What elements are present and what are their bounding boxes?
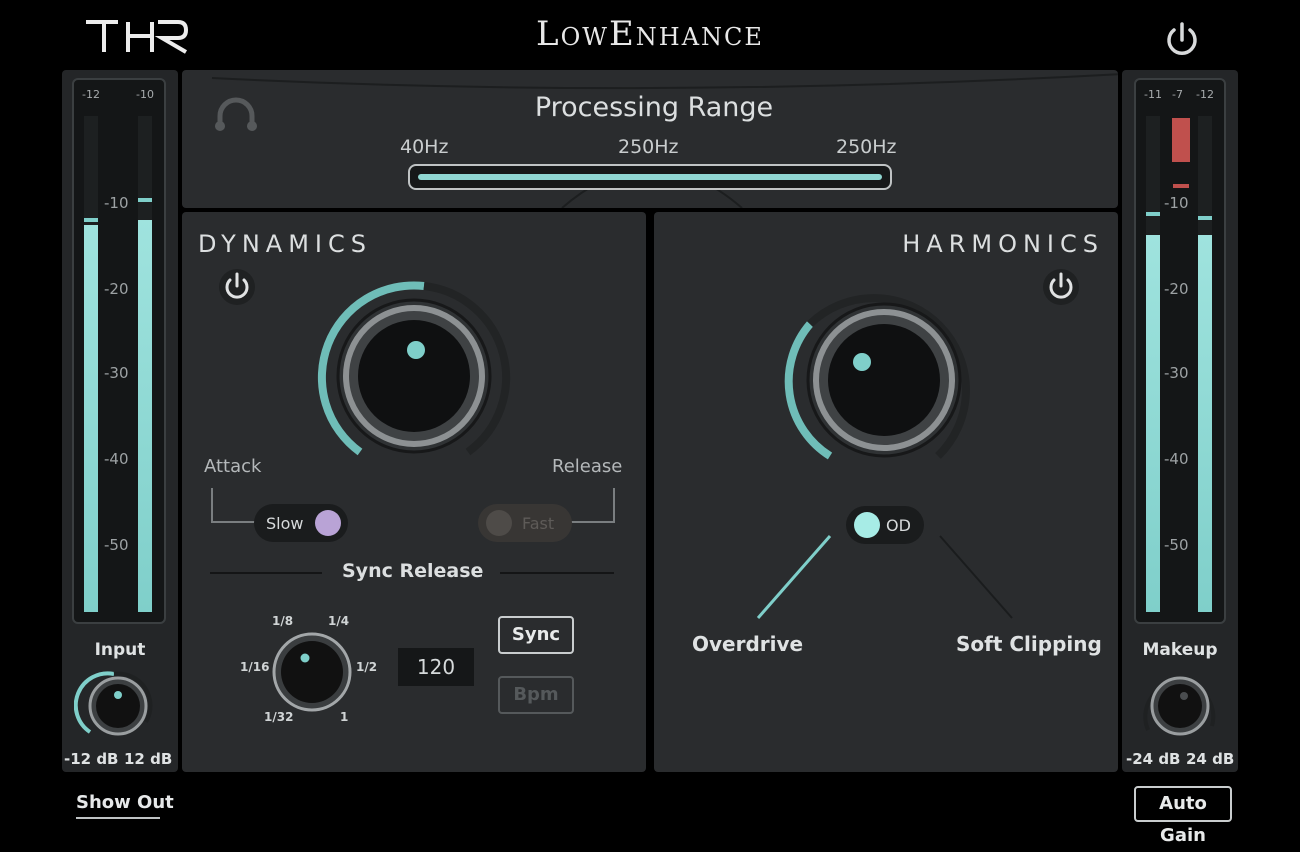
processing-high-label: 250Hz — [836, 136, 897, 158]
output-bar-left — [1146, 116, 1160, 612]
global-power-icon[interactable] — [1162, 20, 1202, 64]
makeup-max-label: 24 dB — [1186, 750, 1235, 768]
bpm-button[interactable]: Bpm — [498, 676, 574, 714]
output-peak-right: -12 — [1196, 88, 1214, 101]
input-bar-right — [138, 116, 152, 612]
harmonics-mode-lines — [756, 535, 1013, 619]
output-meter: -11 -7 -12 -10 -20 -30 -40 -50 — [1134, 78, 1226, 624]
attack-label: Attack — [204, 456, 262, 477]
output-clip-indicator — [1172, 118, 1190, 162]
makeup-min-label: -24 dB — [1126, 750, 1181, 768]
output-scale-10: -10 — [1164, 194, 1189, 212]
rate-label-1-2: 1/2 — [356, 660, 378, 674]
input-scale-40: -40 — [104, 450, 129, 468]
input-bar-right-peak — [138, 198, 152, 202]
processing-mid-label: 250Hz — [618, 136, 679, 158]
output-scale-30: -30 — [1164, 364, 1189, 382]
thr-logo — [84, 18, 189, 54]
sync-rate-knob[interactable] — [270, 630, 354, 718]
output-bar-right — [1198, 116, 1212, 612]
attack-toggle-label: Slow — [266, 513, 304, 533]
makeup-knob[interactable] — [1136, 666, 1220, 750]
input-bar-left-peak — [84, 218, 98, 222]
output-bar-left-peak — [1146, 212, 1160, 216]
input-bar-right-fill — [138, 220, 152, 612]
overdrive-label[interactable]: Overdrive — [692, 632, 803, 656]
dynamics-knob[interactable] — [308, 276, 518, 470]
sync-release-divider-left — [210, 572, 322, 574]
release-toggle-dot — [486, 510, 512, 536]
input-scale-10: -10 — [104, 194, 129, 212]
output-bar-left-fill — [1146, 235, 1160, 612]
sync-release-divider-right — [500, 572, 614, 574]
input-scale-20: -20 — [104, 280, 129, 298]
plugin-title: LowEnhance — [536, 14, 764, 54]
attack-slow-toggle[interactable]: Slow — [254, 504, 348, 542]
makeup-knob-label: Makeup — [1142, 640, 1218, 660]
processing-range-panel: Processing Range 40Hz 250Hz 250Hz — [182, 70, 1118, 208]
input-bar-left-fill — [84, 225, 98, 612]
show-out-underline — [76, 817, 160, 819]
release-toggle-label: Fast — [522, 513, 555, 533]
input-min-label: -12 dB — [64, 750, 119, 768]
harmonics-panel: HARMONICS OD Overdrive Soft Clipping — [654, 212, 1118, 772]
processing-range-slider[interactable] — [408, 164, 892, 190]
rate-label-1-4: 1/4 — [328, 614, 350, 628]
processing-range-title: Processing Range — [534, 92, 774, 123]
dynamics-panel: DYNAMICS Attack Release Slow Fast Sync R… — [182, 212, 646, 772]
sync-button[interactable]: Sync — [498, 616, 574, 654]
output-peak-left: -11 — [1144, 88, 1162, 101]
input-knob[interactable] — [73, 666, 158, 750]
input-bar-left — [84, 116, 98, 612]
output-meter-panel: -11 -7 -12 -10 -20 -30 -40 -50 Makeup -2… — [1122, 70, 1238, 772]
release-fast-toggle[interactable]: Fast — [478, 504, 572, 542]
input-peak-right: -10 — [136, 88, 154, 101]
output-peak-mid: -7 — [1172, 88, 1183, 101]
output-clip-hold — [1173, 184, 1189, 188]
output-scale-40: -40 — [1164, 450, 1189, 468]
harmonics-title: HARMONICS — [902, 230, 1104, 258]
bpm-value-display[interactable]: 120 — [398, 648, 474, 686]
attack-toggle-dot — [315, 510, 342, 536]
input-peak-left: -12 — [82, 88, 100, 101]
harmonics-power-icon[interactable] — [1042, 268, 1080, 310]
release-bracket — [570, 488, 615, 523]
show-out-label: Show Out — [76, 792, 174, 813]
output-scale-20: -20 — [1164, 280, 1189, 298]
show-out-button[interactable]: Show Out — [76, 792, 174, 819]
dynamics-title: DYNAMICS — [198, 230, 372, 258]
input-meter: -12 -10 -10 -20 -30 -40 -50 — [72, 78, 166, 624]
processing-range-fill — [418, 174, 882, 180]
rate-label-1-8: 1/8 — [272, 614, 294, 628]
auto-gain-button[interactable]: Auto Gain — [1134, 786, 1232, 846]
soft-clipping-label[interactable]: Soft Clipping — [956, 632, 1102, 656]
harmonics-knob[interactable] — [778, 284, 988, 478]
input-scale-30: -30 — [104, 364, 129, 382]
input-meter-panel: -12 -10 -10 -20 -30 -40 -50 Input -12 dB… — [62, 70, 178, 772]
input-knob-label: Input — [94, 640, 146, 660]
release-label: Release — [552, 456, 623, 477]
output-bar-right-peak — [1198, 216, 1212, 220]
dynamics-power-icon[interactable] — [218, 268, 256, 310]
output-bar-right-fill — [1198, 235, 1212, 612]
output-scale-50: -50 — [1164, 536, 1189, 554]
input-max-label: 12 dB — [124, 750, 173, 768]
rate-label-1-16: 1/16 — [240, 660, 270, 674]
sync-release-label: Sync Release — [342, 560, 484, 582]
input-scale-50: -50 — [104, 536, 129, 554]
processing-low-label: 40Hz — [400, 136, 449, 158]
